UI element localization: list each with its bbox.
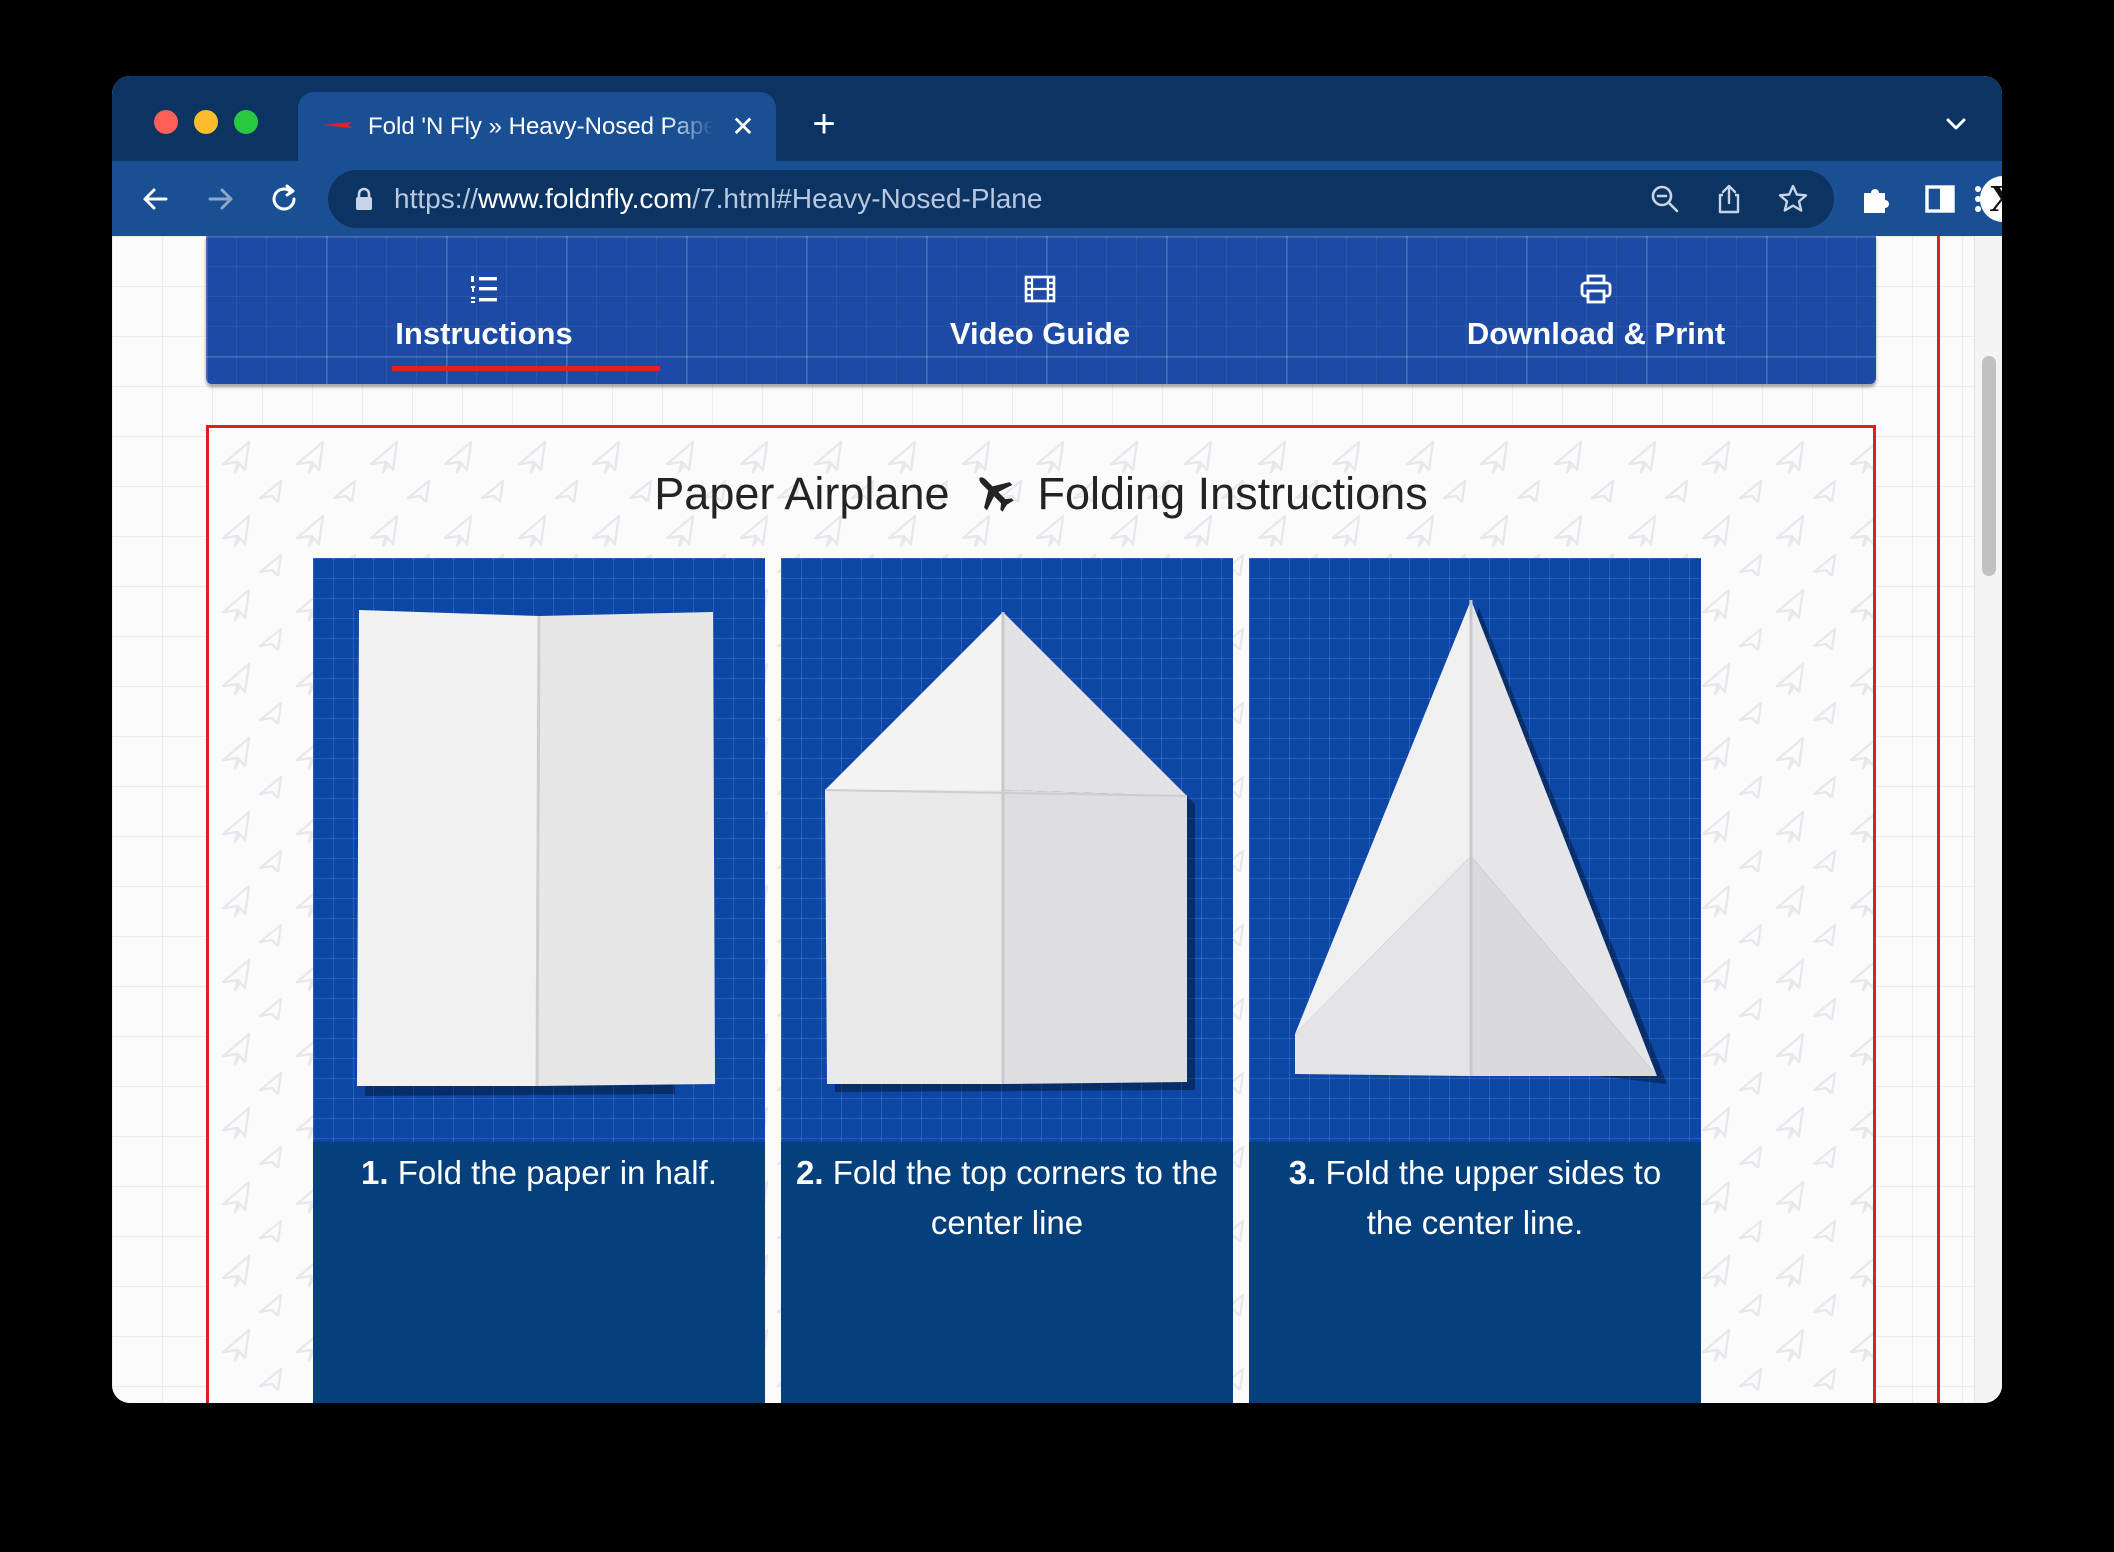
forward-arrow-icon[interactable]	[198, 177, 242, 221]
step-card: 1. Fold the paper in half.	[313, 558, 765, 1403]
back-arrow-icon[interactable]	[134, 177, 178, 221]
url-host: www.foldnfly.com	[478, 183, 693, 214]
nav-download-print-label: Download & Print	[1466, 316, 1726, 351]
step-3-caption: 3. Fold the upper sides to the center li…	[1263, 1148, 1687, 1248]
nav-instructions-label: Instructions	[395, 316, 573, 351]
page-border-line	[1937, 236, 1940, 1403]
top-corners-folded-image	[824, 612, 1195, 1092]
instructions-panel: Paper Airplane Folding Instructions 1. F…	[206, 425, 1876, 1403]
share-icon[interactable]	[1712, 182, 1746, 216]
browser-window: Fold 'N Fly » Heavy-Nosed Paper Airplane…	[112, 76, 2002, 1403]
step-1-photo	[313, 558, 765, 1142]
printer-icon	[1580, 274, 1612, 304]
browser-tab[interactable]: Fold 'N Fly » Heavy-Nosed Paper Airplane…	[298, 92, 776, 161]
nav-instructions[interactable]: Instructions	[206, 236, 762, 384]
step-text: Fold the paper in half.	[397, 1154, 717, 1191]
url-scheme: https://	[394, 183, 479, 214]
list-ordered-icon	[471, 276, 497, 303]
airplane-icon	[978, 477, 1014, 512]
title-bar: Fold 'N Fly » Heavy-Nosed Paper Airplane…	[112, 76, 2002, 161]
maximize-window-button[interactable]	[234, 110, 258, 134]
reload-icon[interactable]	[262, 177, 306, 221]
tutorial-nav-bar: Instructions Video Guide Download & Prin…	[206, 236, 1876, 384]
page-viewport: Instructions Video Guide Download & Prin…	[112, 236, 2002, 1403]
step-card: 2. Fold the top corners to the center li…	[781, 558, 1233, 1403]
bookmark-star-icon[interactable]	[1776, 182, 1810, 216]
minimize-window-button[interactable]	[194, 110, 218, 134]
scrollbar-thumb[interactable]	[1982, 356, 1996, 576]
step-card: 3. Fold the upper sides to the center li…	[1249, 558, 1701, 1403]
tab-title: Fold 'N Fly » Heavy-Nosed Paper Airplane	[368, 113, 713, 140]
airplane-favicon-icon	[322, 122, 352, 128]
heading-text-left: Paper Airplane	[654, 468, 950, 519]
heading-text-right: Folding Instructions	[1037, 468, 1428, 519]
folded-paper-half-image	[357, 610, 715, 1096]
close-window-button[interactable]	[154, 110, 178, 134]
zoom-icon[interactable]	[1648, 182, 1682, 216]
step-number: 1.	[361, 1154, 389, 1191]
browser-menu-icon[interactable]	[1956, 177, 2000, 221]
address-bar[interactable]: https://www.foldnfly.com/7.html#Heavy-No…	[328, 170, 1834, 228]
step-3-photo	[1249, 558, 1701, 1142]
url-path: /7.html#Heavy-Nosed-Plane	[692, 183, 1043, 214]
step-number: 3.	[1288, 1154, 1317, 1191]
step-text: Fold the upper sides to the center line.	[1325, 1154, 1662, 1241]
extensions-puzzle-icon[interactable]	[1854, 177, 1898, 221]
step-1-caption: 1. Fold the paper in half.	[327, 1148, 751, 1198]
step-2-photo	[781, 558, 1233, 1142]
url-text[interactable]: https://www.foldnfly.com/7.html#Heavy-No…	[394, 170, 1042, 228]
lock-icon[interactable]	[354, 187, 374, 211]
tab-close-icon[interactable]: ✕	[726, 110, 760, 144]
upper-sides-folded-image	[1295, 600, 1667, 1084]
step-text: Fold the top corners to the center line	[832, 1154, 1218, 1241]
step-number: 2.	[796, 1154, 824, 1191]
nav-download-print[interactable]: Download & Print	[1318, 236, 1874, 384]
chevron-down-icon[interactable]	[1938, 106, 1974, 142]
nav-video-guide-label: Video Guide	[949, 316, 1131, 351]
browser-toolbar: https://www.foldnfly.com/7.html#Heavy-No…	[112, 161, 2002, 236]
active-tab-underline	[392, 366, 660, 371]
new-tab-button[interactable]: +	[802, 102, 846, 146]
step-2-caption: 2. Fold the top corners to the center li…	[795, 1148, 1219, 1248]
film-icon	[1024, 275, 1056, 303]
instructions-heading: Paper Airplane Folding Instructions	[209, 464, 1873, 524]
nav-video-guide[interactable]: Video Guide	[762, 236, 1318, 384]
